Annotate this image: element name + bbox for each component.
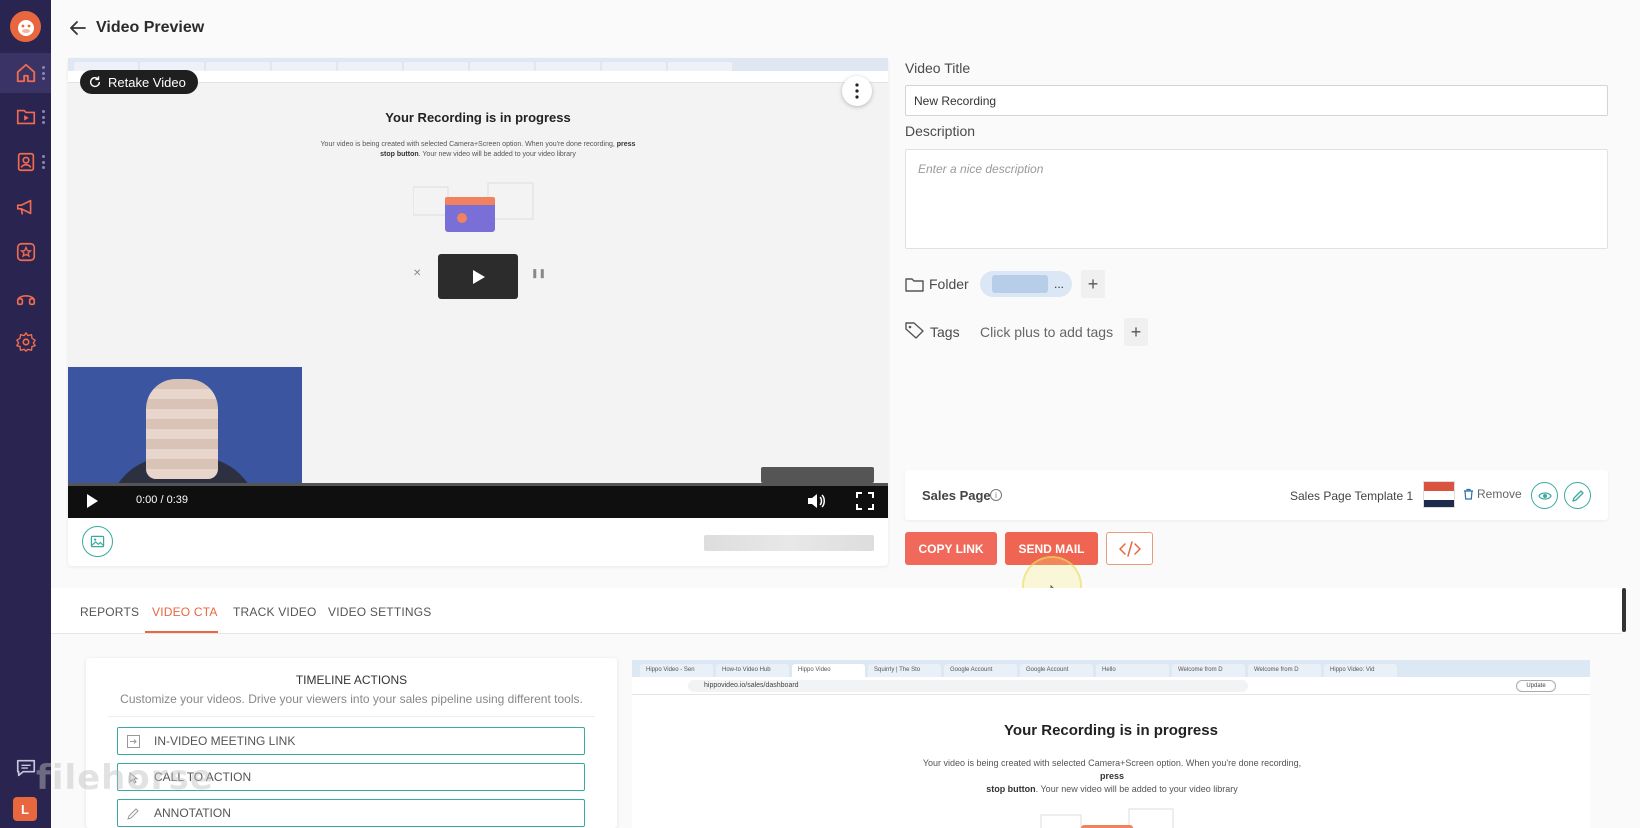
video-title-label: Video Title [905, 60, 971, 76]
chat-icon [16, 759, 36, 777]
video-title-input[interactable] [905, 85, 1608, 116]
hippo-logo-icon[interactable] [10, 11, 41, 42]
video-cta-preview: Hippo Video - Sen How-to Video Hub Hippo V… [632, 660, 1590, 828]
active-tab-indicator [145, 631, 218, 633]
description-label: Description [905, 123, 976, 139]
tags-label: Tags [930, 324, 960, 340]
timeline-subtitle: Customize your videos. Drive your viewer… [120, 692, 583, 706]
sidebar-item-videos[interactable] [0, 97, 51, 137]
tabs-bar: REPORTS VIDEO CTA TRACK VIDEO VIDEO SETT… [51, 588, 1622, 634]
recording-title: Your Recording is in progress [385, 110, 571, 125]
blurred-folder-name [992, 275, 1048, 293]
pencil-icon [1571, 489, 1584, 502]
video-options-button[interactable] [842, 76, 872, 106]
tab-track-video[interactable]: TRACK VIDEO [233, 605, 317, 619]
watermark: filehorse [36, 758, 214, 798]
info-icon[interactable]: i [990, 489, 1002, 501]
tag-icon [905, 322, 924, 339]
timeline-actions-card: TIMELINE ACTIONS Customize your videos. … [86, 658, 617, 828]
back-arrow-icon[interactable] [68, 18, 88, 38]
sales-page-template: Sales Page Template 1 [1290, 489, 1414, 503]
code-icon [1118, 540, 1141, 557]
recorded-pause-icon: ❚❚ [531, 268, 547, 278]
player-controls: 0:00 / 0:39 [68, 483, 888, 518]
video-player-card: Retake Video Your Recording is in progre… [68, 58, 888, 566]
trash-icon [1464, 488, 1473, 500]
fullscreen-icon[interactable] [856, 492, 874, 510]
in-video-meeting-link-button[interactable]: IN-VIDEO MEETING LINK [117, 727, 585, 755]
remove-template-button[interactable]: Remove [1463, 487, 1522, 501]
image-icon [90, 535, 105, 548]
annotation-button[interactable]: ANNOTATION [117, 799, 585, 827]
recording-illustration [413, 182, 534, 232]
folder-label: Folder [929, 276, 969, 292]
preview-browser-tabs: Hippo Video - Sen How-to Video Hub Hippo V… [632, 660, 1590, 677]
gear-icon [16, 332, 36, 352]
recorded-tooltip [761, 467, 874, 483]
sidebar-item-campaigns[interactable] [0, 187, 51, 227]
add-tag-button[interactable]: + [1124, 318, 1148, 346]
preview-update-button: Update [1516, 680, 1556, 692]
preview-recording-title: Your Recording is in progress [1004, 722, 1218, 739]
folder-chip[interactable]: ... [980, 271, 1072, 297]
timeline-title: TIMELINE ACTIONS [295, 673, 408, 687]
tab-video-settings[interactable]: VIDEO SETTINGS [328, 605, 431, 619]
center-play-button[interactable] [438, 254, 518, 299]
sidebar-item-settings[interactable] [0, 322, 51, 362]
recorded-close-icon: ✕ [413, 268, 422, 279]
preview-sales-page-button[interactable] [1531, 482, 1558, 509]
edit-sales-page-button[interactable] [1564, 482, 1591, 509]
recorded-browser-tabs [68, 58, 888, 71]
progress-bar[interactable] [68, 483, 888, 486]
sales-page-card: Sales Page i Sales Page Template 1 Remov… [905, 470, 1608, 520]
preview-url: hippovideo.io/sales/dashboard [688, 680, 1248, 692]
blurred-person [146, 379, 218, 479]
pencil-icon [127, 807, 139, 820]
playback-time: 0:00 / 0:39 [136, 494, 188, 506]
webcam-overlay [68, 367, 302, 497]
description-textarea[interactable] [905, 149, 1608, 249]
sidebar-item-home[interactable] [0, 53, 51, 93]
page-header: Video Preview [51, 0, 1640, 56]
folder-icon [905, 278, 924, 292]
video-library-icon [16, 109, 36, 125]
play-icon[interactable] [84, 493, 100, 509]
sidebar-item-contacts[interactable] [0, 142, 51, 182]
megaphone-icon [16, 199, 32, 215]
meeting-link-icon [127, 734, 140, 748]
tags-placeholder: Click plus to add tags [980, 324, 1114, 340]
preview-url-bar: hippovideo.io/sales/dashboard Update [632, 677, 1590, 695]
home-icon [16, 63, 36, 83]
sales-page-label: Sales Page [922, 488, 991, 503]
sidebar-item-favorites[interactable] [0, 232, 51, 272]
more-vertical-icon [855, 83, 859, 99]
add-folder-button[interactable]: + [1081, 270, 1105, 298]
recording-text: Your video is being created with selecte… [320, 141, 636, 158]
retake-video-button[interactable]: Retake Video [80, 70, 198, 94]
embed-code-button[interactable] [1106, 532, 1153, 565]
contacts-icon [17, 152, 35, 172]
tab-video-cta[interactable]: VIDEO CTA [152, 605, 218, 619]
preview-recording-text: Your video is being created with selecte… [922, 758, 1302, 794]
template-thumbnail[interactable] [1423, 481, 1455, 508]
folder-ellipsis: ... [1054, 277, 1065, 291]
sidebar: L [0, 0, 51, 828]
copy-link-button[interactable]: COPY LINK [905, 532, 997, 565]
scrollbar-thumb[interactable] [1622, 588, 1626, 632]
preview-illustration [1040, 808, 1174, 828]
eye-icon [1537, 491, 1552, 500]
blurred-text [704, 535, 874, 551]
video-player[interactable]: Retake Video Your Recording is in progre… [68, 58, 888, 518]
star-badge-icon [16, 242, 36, 262]
volume-icon[interactable] [806, 492, 826, 510]
thumbnail-button[interactable] [82, 526, 113, 557]
integrations-icon [16, 295, 36, 306]
tab-reports[interactable]: REPORTS [80, 605, 139, 619]
avatar[interactable]: L [13, 797, 37, 821]
play-icon [473, 269, 485, 284]
sidebar-item-integrations[interactable] [0, 277, 51, 317]
refresh-icon [89, 76, 101, 88]
retake-label: Retake Video [108, 74, 186, 90]
page-title: Video Preview [96, 19, 205, 36]
